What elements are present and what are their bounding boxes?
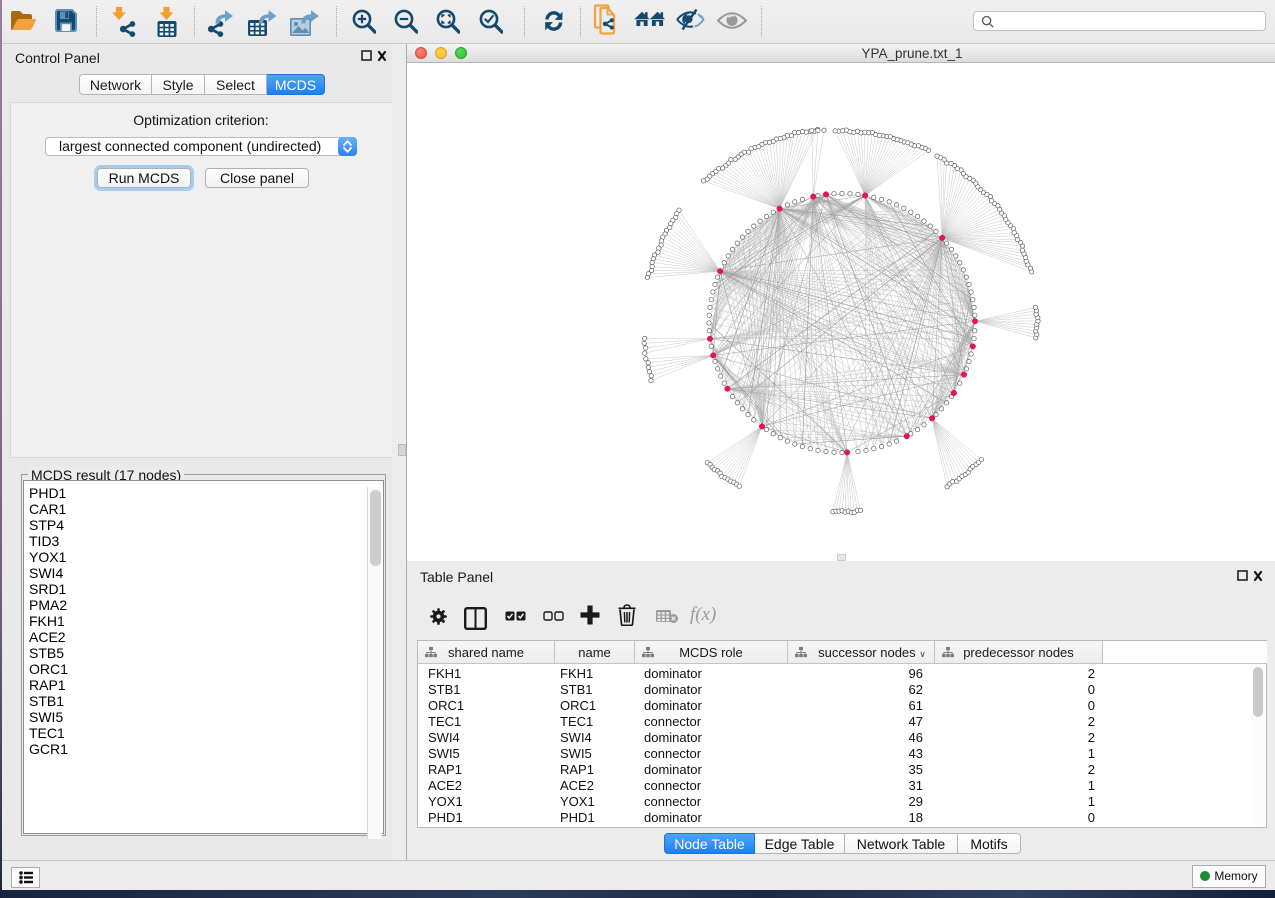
svg-text:f(x): f(x) <box>690 604 716 625</box>
